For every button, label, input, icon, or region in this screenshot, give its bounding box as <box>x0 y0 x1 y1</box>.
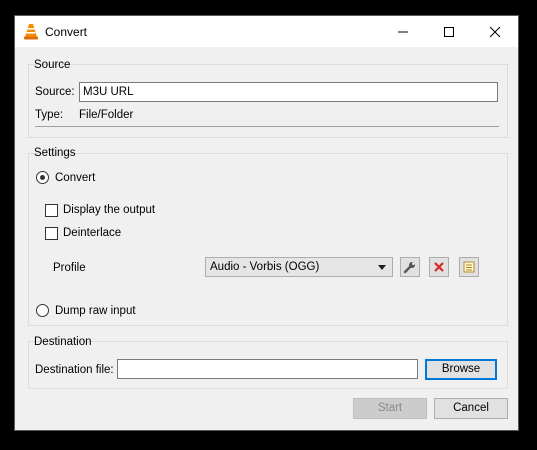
maximize-icon <box>444 27 454 37</box>
type-value: File/Folder <box>79 109 134 121</box>
cancel-button[interactable]: Cancel <box>434 398 508 419</box>
source-field[interactable] <box>79 82 498 102</box>
window-title: Convert <box>45 25 88 39</box>
maximize-button[interactable] <box>426 16 472 47</box>
settings-section-label: Settings <box>34 147 76 159</box>
edit-profile-button[interactable] <box>400 257 420 277</box>
source-label: Source: <box>35 86 75 98</box>
display-output-checkbox[interactable] <box>45 204 58 217</box>
red-x-icon <box>434 262 444 272</box>
profile-select[interactable]: Audio - Vorbis (OGG) <box>205 257 393 277</box>
close-button[interactable] <box>472 16 518 47</box>
destination-file-field[interactable] <box>117 359 418 379</box>
convert-dialog: Convert Source Source: Type: File/Folder… <box>14 15 519 431</box>
deinterlace-checkbox[interactable] <box>45 227 58 240</box>
settings-group <box>28 153 508 326</box>
source-divider <box>35 126 499 127</box>
dump-raw-radio[interactable] <box>36 304 49 317</box>
browse-button[interactable]: Browse <box>425 359 497 380</box>
wrench-icon <box>403 262 415 274</box>
convert-label[interactable]: Convert <box>55 172 95 184</box>
profile-label: Profile <box>53 262 86 274</box>
minimize-button[interactable] <box>380 16 426 47</box>
display-output-label[interactable]: Display the output <box>63 204 155 216</box>
minimize-icon <box>398 31 408 33</box>
dump-raw-label[interactable]: Dump raw input <box>55 305 136 317</box>
new-profile-icon <box>463 261 475 273</box>
destination-section-label: Destination <box>34 336 92 348</box>
source-section-label: Source <box>34 59 71 71</box>
convert-radio[interactable] <box>36 171 49 184</box>
type-label: Type: <box>35 109 64 121</box>
start-button[interactable]: Start <box>353 398 427 419</box>
vlc-cone-icon <box>23 23 39 40</box>
delete-profile-button[interactable] <box>429 257 449 277</box>
close-icon <box>489 26 501 38</box>
title-bar[interactable]: Convert <box>15 16 518 47</box>
chevron-down-icon <box>378 265 386 270</box>
destination-file-label: Destination file: <box>35 364 114 376</box>
new-profile-button[interactable] <box>459 257 479 277</box>
profile-selected-value: Audio - Vorbis (OGG) <box>210 261 320 273</box>
deinterlace-label[interactable]: Deinterlace <box>63 227 121 239</box>
